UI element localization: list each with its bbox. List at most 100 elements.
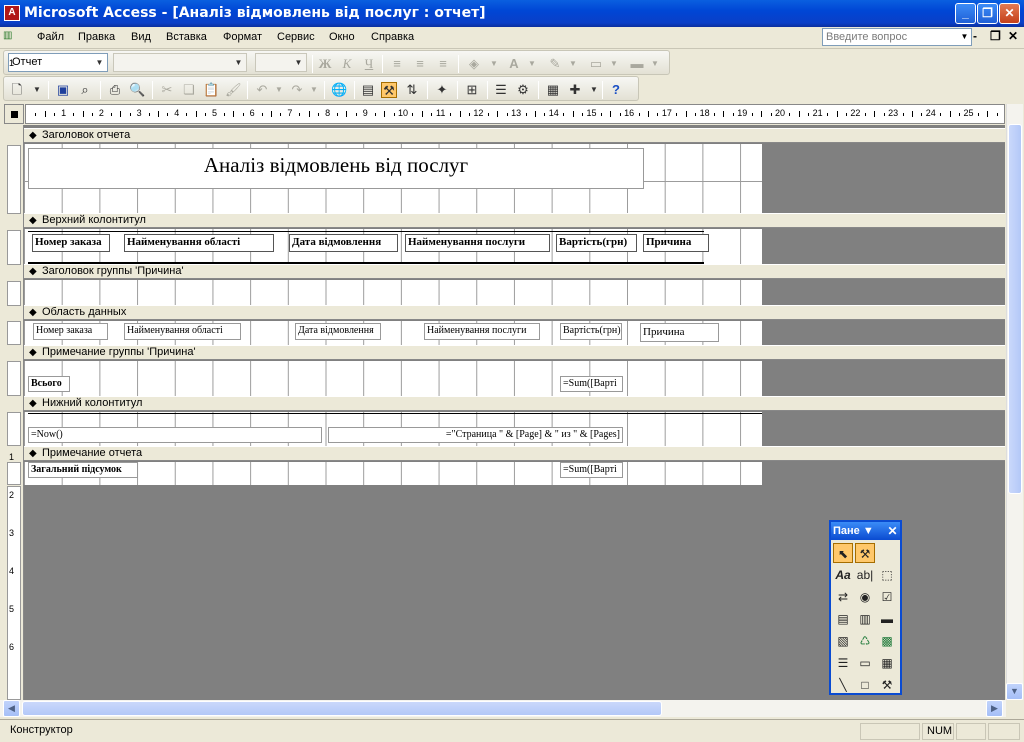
detail-field-order-number[interactable]: Номер заказа: [33, 323, 108, 340]
font-color-icon[interactable]: A: [506, 56, 522, 72]
section-bar-group-footer[interactable]: ◆ Примечание группы 'Причина': [24, 345, 1005, 360]
header-label-region-name[interactable]: Найменування області: [124, 234, 274, 252]
code-icon[interactable]: ⊞: [464, 82, 480, 98]
report-title-label[interactable]: Аналіз відмовлень від послуг: [28, 148, 644, 189]
horizontal-scrollbar[interactable]: ◀ ▶: [0, 700, 1006, 717]
tab-control-icon[interactable]: ▭: [855, 653, 875, 673]
doc-minimize-icon[interactable]: -: [973, 29, 977, 43]
chevron-down-icon[interactable]: ▼: [565, 56, 581, 72]
group-total-label[interactable]: Всього: [28, 376, 70, 392]
print-icon[interactable]: ⎙: [107, 82, 123, 98]
subform-icon[interactable]: ▦: [877, 653, 897, 673]
align-right-icon[interactable]: ≡: [435, 56, 451, 72]
detail-field-refusal-date[interactable]: Дата відмовлення: [295, 323, 381, 340]
menu-file[interactable]: Файл: [37, 31, 64, 43]
format-painter-icon[interactable]: 🖌: [225, 82, 242, 98]
builder-icon[interactable]: ⚙: [515, 82, 531, 98]
fill-color-icon[interactable]: ◈: [466, 56, 482, 72]
scroll-right-icon[interactable]: ▶: [986, 700, 1003, 717]
section-bar-page-header[interactable]: ◆ Верхний колонтитул: [24, 213, 1005, 228]
toggle-button-icon[interactable]: ⇄: [833, 587, 853, 607]
page-break-icon[interactable]: ☰: [833, 653, 853, 673]
database-window-icon[interactable]: ▦: [545, 82, 561, 98]
unbound-object-icon[interactable]: ♺: [855, 631, 875, 651]
undo-icon[interactable]: ↶: [254, 82, 270, 98]
detail-field-reason[interactable]: Причина: [640, 323, 719, 342]
minimize-button[interactable]: _: [955, 3, 976, 24]
font-combo[interactable]: ▼: [113, 53, 247, 72]
detail-field-service-name[interactable]: Найменування послуги: [424, 323, 540, 340]
italic-icon[interactable]: К: [339, 56, 355, 72]
doc-close-icon[interactable]: ✕: [1008, 29, 1018, 43]
hyperlink-icon[interactable]: 🌐: [331, 82, 347, 98]
header-label-cost[interactable]: Вартість(грн): [556, 234, 637, 252]
list-box-icon[interactable]: ▥: [855, 609, 875, 629]
object-combo[interactable]: Отчет ▼: [8, 53, 108, 72]
bold-icon[interactable]: Ж: [317, 56, 333, 72]
report-total-expression[interactable]: =Sum([Варті: [560, 462, 623, 478]
redo-icon[interactable]: ↷: [289, 82, 305, 98]
menu-format[interactable]: Формат: [223, 31, 262, 43]
chevron-down-icon[interactable]: ▼: [271, 82, 287, 98]
detail-field-region-name[interactable]: Найменування області: [124, 323, 241, 340]
line-color-icon[interactable]: ✎: [547, 56, 563, 72]
menu-view[interactable]: Вид: [131, 31, 151, 43]
chevron-down-icon[interactable]: ▼: [863, 525, 874, 537]
chevron-down-icon[interactable]: ▼: [486, 56, 502, 72]
chevron-down-icon[interactable]: ▼: [606, 56, 622, 72]
line-tool-icon[interactable]: ╲: [833, 675, 853, 695]
align-left-icon[interactable]: ≡: [389, 56, 405, 72]
section-bar-detail[interactable]: ◆ Область данных: [24, 305, 1005, 320]
toolbox-icon[interactable]: ⚒: [381, 82, 397, 98]
underline-icon[interactable]: Ч: [361, 56, 377, 72]
horizontal-ruler[interactable]: 1 2 3 4 5 6 7 8 9 10 11 12 13 14 15 16 17 18 19 20 21 22 23 24 2…: [25, 104, 1005, 124]
detail-field-cost[interactable]: Вартість(грн): [560, 323, 622, 340]
group-header-section[interactable]: [24, 280, 762, 305]
chevron-down-icon[interactable]: ▼: [306, 82, 322, 98]
section-bar-report-header[interactable]: ◆ Заголовок отчета: [24, 128, 1005, 143]
vertical-ruler[interactable]: 1 1 2 3 4 5 6: [4, 58, 24, 700]
chevron-down-icon[interactable]: ▼: [647, 56, 663, 72]
more-controls-icon[interactable]: ⚒: [877, 675, 897, 695]
vertical-scroll-thumb[interactable]: [1008, 124, 1022, 494]
menu-insert[interactable]: Вставка: [166, 31, 207, 43]
menu-help[interactable]: Справка: [371, 31, 414, 43]
border-width-icon[interactable]: ▭: [588, 56, 604, 72]
properties-icon[interactable]: ☰: [493, 82, 509, 98]
combo-box-icon[interactable]: ▤: [833, 609, 853, 629]
close-icon[interactable]: ✕: [886, 524, 899, 538]
chevron-down-icon[interactable]: ▼: [524, 56, 540, 72]
autoformat-icon[interactable]: ✦: [434, 82, 450, 98]
rectangle-tool-icon[interactable]: □: [855, 675, 875, 695]
restore-button[interactable]: ❐: [977, 3, 998, 24]
report-selector[interactable]: [4, 104, 24, 124]
cut-icon[interactable]: ✂: [159, 82, 175, 98]
copy-icon[interactable]: ❏: [181, 82, 197, 98]
help-question-input[interactable]: Введите вопрос: [822, 28, 972, 46]
chevron-down-icon[interactable]: ▼: [586, 82, 602, 98]
menu-service[interactable]: Сервис: [277, 31, 315, 43]
paste-icon[interactable]: 📋: [203, 82, 219, 98]
sorting-grouping-icon[interactable]: ⇅: [404, 82, 420, 98]
chevron-down-icon[interactable]: ▼: [29, 82, 45, 98]
access-app-icon[interactable]: A: [4, 5, 20, 21]
option-group-icon[interactable]: ⬚: [877, 565, 897, 585]
option-button-icon[interactable]: ◉: [855, 587, 875, 607]
label-tool-icon[interactable]: Aa: [833, 565, 853, 585]
report-total-label[interactable]: Загальний підсумок: [28, 462, 138, 478]
search-icon[interactable]: ⌕: [77, 82, 93, 98]
control-wizards-icon[interactable]: ⚒: [855, 543, 875, 563]
header-label-service-name[interactable]: Найменування послуги: [405, 234, 550, 252]
doc-icon[interactable]: ▥: [3, 30, 25, 46]
textbox-tool-icon[interactable]: ab|: [855, 565, 875, 585]
scroll-left-icon[interactable]: ◀: [3, 700, 20, 717]
horizontal-scroll-thumb[interactable]: [22, 701, 662, 716]
bound-object-icon[interactable]: ▩: [877, 631, 897, 651]
close-button[interactable]: ✕: [999, 3, 1020, 24]
checkbox-tool-icon[interactable]: ☑: [877, 587, 897, 607]
header-label-reason[interactable]: Причина: [643, 234, 709, 252]
command-button-icon[interactable]: ▬: [877, 609, 897, 629]
save-icon[interactable]: ▣: [55, 82, 71, 98]
align-center-icon[interactable]: ≡: [412, 56, 428, 72]
menu-window[interactable]: Окно: [329, 31, 355, 43]
